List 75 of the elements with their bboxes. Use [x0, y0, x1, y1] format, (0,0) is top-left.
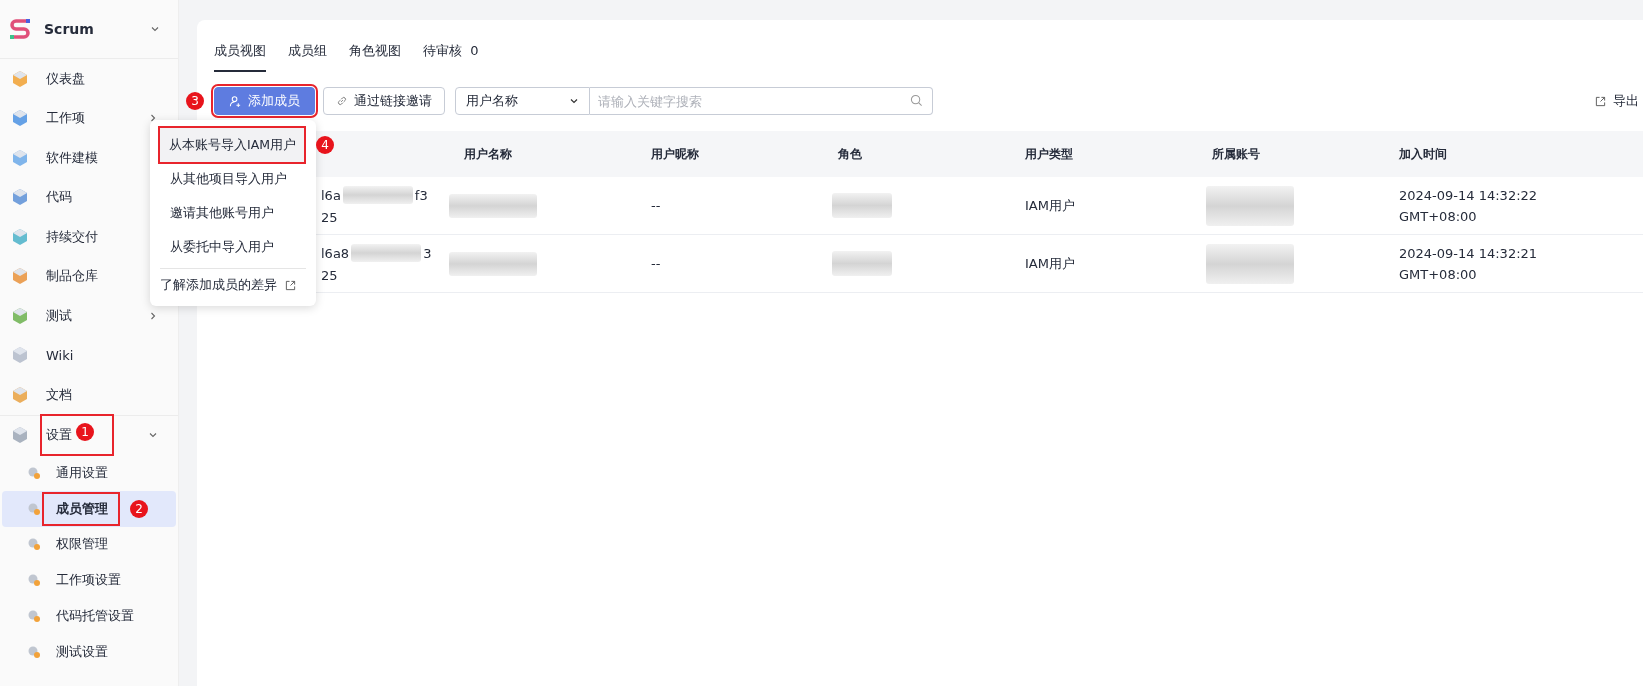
- nav-label[interactable]: 测试: [42, 296, 136, 335]
- table-cell: l6a8: [321, 245, 350, 261]
- invite-link-button[interactable]: 通过链接邀请: [323, 87, 445, 115]
- sub-nav-label: 成员管理: [44, 493, 118, 524]
- step-marker: 2: [130, 499, 148, 518]
- help-link[interactable]: 了解添加成员的差异: [150, 273, 316, 298]
- nav-label[interactable]: 仪表盘: [42, 59, 158, 98]
- tab[interactable]: 成员视图: [214, 36, 266, 72]
- cube-icon: [10, 266, 30, 287]
- column-header: 加入时间: [1398, 145, 1448, 163]
- sub-nav-item[interactable]: 测试设置: [2, 634, 176, 670]
- table-cell: 25: [321, 268, 338, 283]
- column-header: 用户类型: [1024, 145, 1074, 163]
- table-cell: IAM用户: [1025, 254, 1075, 273]
- cube-icon: [10, 345, 30, 366]
- table-cell: --: [651, 198, 661, 213]
- logo-icon: [8, 17, 32, 41]
- cube-icon: [10, 187, 30, 208]
- project-name[interactable]: Scrum: [44, 21, 138, 37]
- nav-label[interactable]: Wiki: [42, 337, 158, 373]
- external-link-icon: [1595, 95, 1606, 107]
- step-marker: 1: [76, 422, 94, 441]
- link-icon: [336, 95, 348, 107]
- sub-nav-label: 通用设置: [55, 463, 109, 482]
- column-header: 用户名称: [463, 145, 513, 163]
- table-cell: GMT+08:00: [1399, 208, 1477, 224]
- sub-nav-label: 工作项设置: [55, 571, 122, 590]
- cube-icon: [10, 226, 30, 247]
- filter-select[interactable]: 用户名称: [455, 87, 590, 115]
- table-cell: --: [651, 256, 661, 271]
- cube-icon: [10, 147, 30, 168]
- sub-nav-item[interactable]: 代码托管设置: [2, 598, 176, 634]
- nav-label[interactable]: 文档: [42, 375, 158, 414]
- cube-icon: [10, 108, 30, 129]
- chevron-icon: [569, 96, 579, 106]
- sub-nav-label: 代码托管设置: [55, 607, 135, 626]
- menu-item[interactable]: 邀请其他账号用户: [161, 196, 304, 230]
- tab[interactable]: 成员组: [288, 36, 327, 72]
- table-cell: GMT+08:00: [1399, 266, 1477, 282]
- cube-icon: [10, 305, 30, 326]
- tab[interactable]: 角色视图: [349, 36, 401, 72]
- column-header: 角色: [837, 145, 863, 163]
- search-icon[interactable]: [910, 94, 923, 107]
- user-add-icon: [229, 94, 242, 108]
- sub-nav-item[interactable]: 权限管理: [2, 526, 176, 563]
- cube-icon: [10, 384, 30, 405]
- table-cell: 3: [423, 245, 432, 261]
- search-field[interactable]: 请输入关键字搜索: [590, 87, 933, 115]
- table-cell: IAM用户: [1025, 196, 1075, 215]
- nav-label[interactable]: 工作项: [42, 99, 136, 138]
- table-cell: 25: [321, 210, 338, 225]
- external-link-icon: [285, 280, 296, 291]
- table-cell: f3: [414, 187, 428, 203]
- column-header: 所属账号: [1211, 145, 1261, 163]
- cube-icon: [10, 68, 30, 89]
- menu-item[interactable]: 从委托中导入用户: [161, 230, 304, 264]
- sub-nav-item[interactable]: 工作项设置: [2, 562, 176, 599]
- sub-nav-item[interactable]: 成员管理 2: [2, 490, 176, 527]
- table-cell: l6a: [321, 187, 341, 203]
- column-header: 用户昵称: [650, 145, 700, 163]
- chevron-icon[interactable]: [150, 24, 160, 34]
- table-cell: 2024-09-14 14:32:22: [1399, 187, 1538, 203]
- chevron-icon[interactable]: [148, 113, 158, 124]
- add-member-button[interactable]: 添加成员: [214, 87, 315, 115]
- sub-nav-item[interactable]: 通用设置: [2, 455, 176, 491]
- menu-item[interactable]: 从其他项目导入用户: [161, 162, 304, 196]
- export-link[interactable]: 导出: [1595, 92, 1639, 110]
- sub-nav-label: 测试设置: [55, 642, 109, 661]
- menu-item[interactable]: 从本账号导入IAM用户: [160, 128, 304, 162]
- step-marker: 3: [186, 92, 204, 110]
- sub-nav-label: 权限管理: [55, 535, 109, 554]
- chevron-icon[interactable]: [148, 310, 158, 321]
- cube-icon: [10, 425, 30, 446]
- table-cell: 2024-09-14 14:32:21: [1399, 245, 1538, 261]
- tab[interactable]: 待审核 0: [423, 36, 479, 72]
